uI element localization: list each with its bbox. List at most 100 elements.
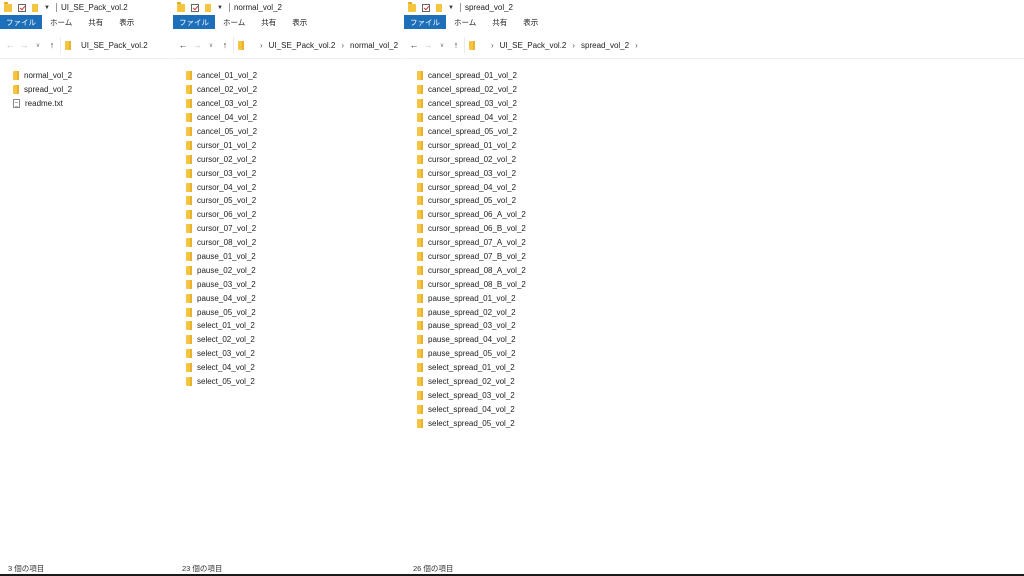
properties-check-icon[interactable] xyxy=(18,3,26,12)
list-item[interactable]: cursor_spread_08_B_vol_2 xyxy=(417,277,1024,291)
list-item[interactable]: pause_04_vol_2 xyxy=(186,291,403,305)
up-arrow-icon[interactable]: ↑ xyxy=(450,40,462,50)
customize-dropdown-icon[interactable]: ▼ xyxy=(448,5,454,11)
breadcrumb-item[interactable]: spread_vol_2 xyxy=(581,41,629,50)
list-item[interactable]: select_spread_01_vol_2 xyxy=(417,361,1024,375)
list-item[interactable]: pause_02_vol_2 xyxy=(186,263,403,277)
list-item[interactable]: cursor_spread_03_vol_2 xyxy=(417,166,1024,180)
tab-view[interactable]: 表示 xyxy=(515,15,546,29)
list-item[interactable]: cancel_spread_05_vol_2 xyxy=(417,125,1024,139)
list-item[interactable]: select_spread_02_vol_2 xyxy=(417,375,1024,389)
forward-arrow-icon[interactable]: → xyxy=(191,40,203,50)
list-item[interactable]: cancel_03_vol_2 xyxy=(186,97,403,111)
list-item[interactable]: select_spread_05_vol_2 xyxy=(417,416,1024,430)
list-item[interactable]: pause_spread_04_vol_2 xyxy=(417,333,1024,347)
tab-view[interactable]: 表示 xyxy=(111,15,142,29)
list-item[interactable]: cursor_spread_04_vol_2 xyxy=(417,180,1024,194)
address-bar[interactable]: › UI_SE_Pack_vol.2 › normal_vol_2 › xyxy=(233,37,403,53)
list-item[interactable]: cursor_spread_06_B_vol_2 xyxy=(417,222,1024,236)
list-item[interactable]: cursor_04_vol_2 xyxy=(186,180,403,194)
breadcrumb-chevron-icon[interactable]: › xyxy=(491,41,494,50)
up-arrow-icon[interactable]: ↑ xyxy=(46,40,58,50)
breadcrumb-chevron-icon[interactable]: › xyxy=(341,41,344,50)
list-item[interactable]: select_spread_03_vol_2 xyxy=(417,388,1024,402)
breadcrumb-item[interactable]: UI_SE_Pack_vol.2 xyxy=(500,41,567,50)
recent-locations-dropdown-icon[interactable]: ∨ xyxy=(32,42,44,49)
list-item[interactable]: pause_spread_05_vol_2 xyxy=(417,347,1024,361)
list-item[interactable]: select_04_vol_2 xyxy=(186,361,403,375)
new-folder-icon[interactable] xyxy=(205,3,211,12)
customize-dropdown-icon[interactable]: ▼ xyxy=(44,5,50,11)
list-item[interactable]: cursor_03_vol_2 xyxy=(186,166,403,180)
tab-file[interactable]: ファイル xyxy=(173,15,215,29)
tab-home[interactable]: ホーム xyxy=(42,15,80,29)
list-item[interactable]: cancel_04_vol_2 xyxy=(186,111,403,125)
breadcrumb-item[interactable]: normal_vol_2 xyxy=(350,41,398,50)
properties-check-icon[interactable] xyxy=(422,3,430,12)
list-item[interactable]: pause_spread_01_vol_2 xyxy=(417,291,1024,305)
list-item[interactable]: select_02_vol_2 xyxy=(186,333,403,347)
tab-share[interactable]: 共有 xyxy=(484,15,515,29)
breadcrumb-item[interactable]: UI_SE_Pack_vol.2 xyxy=(81,41,148,50)
list-item[interactable]: cursor_08_vol_2 xyxy=(186,236,403,250)
up-arrow-icon[interactable]: ↑ xyxy=(219,40,231,50)
list-item[interactable]: cursor_spread_06_A_vol_2 xyxy=(417,208,1024,222)
list-item[interactable]: cancel_01_vol_2 xyxy=(186,69,403,83)
list-item[interactable]: cursor_07_vol_2 xyxy=(186,222,403,236)
list-item[interactable]: pause_03_vol_2 xyxy=(186,277,403,291)
list-item[interactable]: select_spread_04_vol_2 xyxy=(417,402,1024,416)
list-item[interactable]: pause_spread_03_vol_2 xyxy=(417,319,1024,333)
list-item[interactable]: pause_spread_02_vol_2 xyxy=(417,305,1024,319)
back-arrow-icon[interactable]: ← xyxy=(408,40,420,50)
explorer-window-spread: ▼ spread_vol_2 ファイル ホーム 共有 表示 ← → ∨ ↑ › … xyxy=(404,0,1024,576)
back-arrow-icon[interactable]: ← xyxy=(177,40,189,50)
list-item[interactable]: cursor_spread_02_vol_2 xyxy=(417,152,1024,166)
list-item[interactable]: cursor_06_vol_2 xyxy=(186,208,403,222)
forward-arrow-icon[interactable]: → xyxy=(18,40,30,50)
list-item[interactable]: cursor_01_vol_2 xyxy=(186,138,403,152)
list-item[interactable]: cancel_spread_01_vol_2 xyxy=(417,69,1024,83)
list-item[interactable]: cursor_spread_07_B_vol_2 xyxy=(417,250,1024,264)
customize-dropdown-icon[interactable]: ▼ xyxy=(217,5,223,11)
tab-home[interactable]: ホーム xyxy=(446,15,484,29)
breadcrumb-chevron-icon[interactable]: › xyxy=(260,41,263,50)
list-item[interactable]: cursor_spread_01_vol_2 xyxy=(417,138,1024,152)
list-item[interactable]: normal_vol_2 xyxy=(13,69,172,83)
list-item[interactable]: cursor_02_vol_2 xyxy=(186,152,403,166)
list-item[interactable]: cancel_spread_04_vol_2 xyxy=(417,111,1024,125)
list-item[interactable]: spread_vol_2 xyxy=(13,83,172,97)
list-item[interactable]: cursor_spread_08_A_vol_2 xyxy=(417,263,1024,277)
breadcrumb-item[interactable]: UI_SE_Pack_vol.2 xyxy=(269,41,336,50)
list-item[interactable]: readme.txt xyxy=(13,97,172,111)
tab-file[interactable]: ファイル xyxy=(404,15,446,29)
list-item[interactable]: cancel_spread_03_vol_2 xyxy=(417,97,1024,111)
recent-locations-dropdown-icon[interactable]: ∨ xyxy=(205,42,217,49)
recent-locations-dropdown-icon[interactable]: ∨ xyxy=(436,42,448,49)
list-item[interactable]: cursor_05_vol_2 xyxy=(186,194,403,208)
tab-home[interactable]: ホーム xyxy=(215,15,253,29)
list-item[interactable]: cursor_spread_07_A_vol_2 xyxy=(417,236,1024,250)
tab-share[interactable]: 共有 xyxy=(253,15,284,29)
new-folder-icon[interactable] xyxy=(32,3,38,12)
list-item[interactable]: pause_05_vol_2 xyxy=(186,305,403,319)
tab-file[interactable]: ファイル xyxy=(0,15,42,29)
tab-view[interactable]: 表示 xyxy=(284,15,315,29)
back-arrow-icon[interactable]: ← xyxy=(4,40,16,50)
list-item[interactable]: cancel_05_vol_2 xyxy=(186,125,403,139)
breadcrumb-chevron-icon[interactable]: › xyxy=(635,41,638,50)
properties-check-icon[interactable] xyxy=(191,3,199,12)
address-bar[interactable]: › UI_SE_Pack_vol.2 › spread_vol_2 › xyxy=(464,37,1024,53)
tab-share[interactable]: 共有 xyxy=(80,15,111,29)
list-item[interactable]: cancel_02_vol_2 xyxy=(186,83,403,97)
list-item[interactable]: cursor_spread_05_vol_2 xyxy=(417,194,1024,208)
folder-icon xyxy=(186,127,192,136)
address-bar[interactable]: UI_SE_Pack_vol.2 xyxy=(60,37,172,53)
breadcrumb-chevron-icon[interactable]: › xyxy=(572,41,575,50)
new-folder-icon[interactable] xyxy=(436,3,442,12)
list-item[interactable]: pause_01_vol_2 xyxy=(186,250,403,264)
forward-arrow-icon[interactable]: → xyxy=(422,40,434,50)
list-item[interactable]: select_01_vol_2 xyxy=(186,319,403,333)
list-item[interactable]: select_05_vol_2 xyxy=(186,375,403,389)
list-item[interactable]: cancel_spread_02_vol_2 xyxy=(417,83,1024,97)
list-item[interactable]: select_03_vol_2 xyxy=(186,347,403,361)
